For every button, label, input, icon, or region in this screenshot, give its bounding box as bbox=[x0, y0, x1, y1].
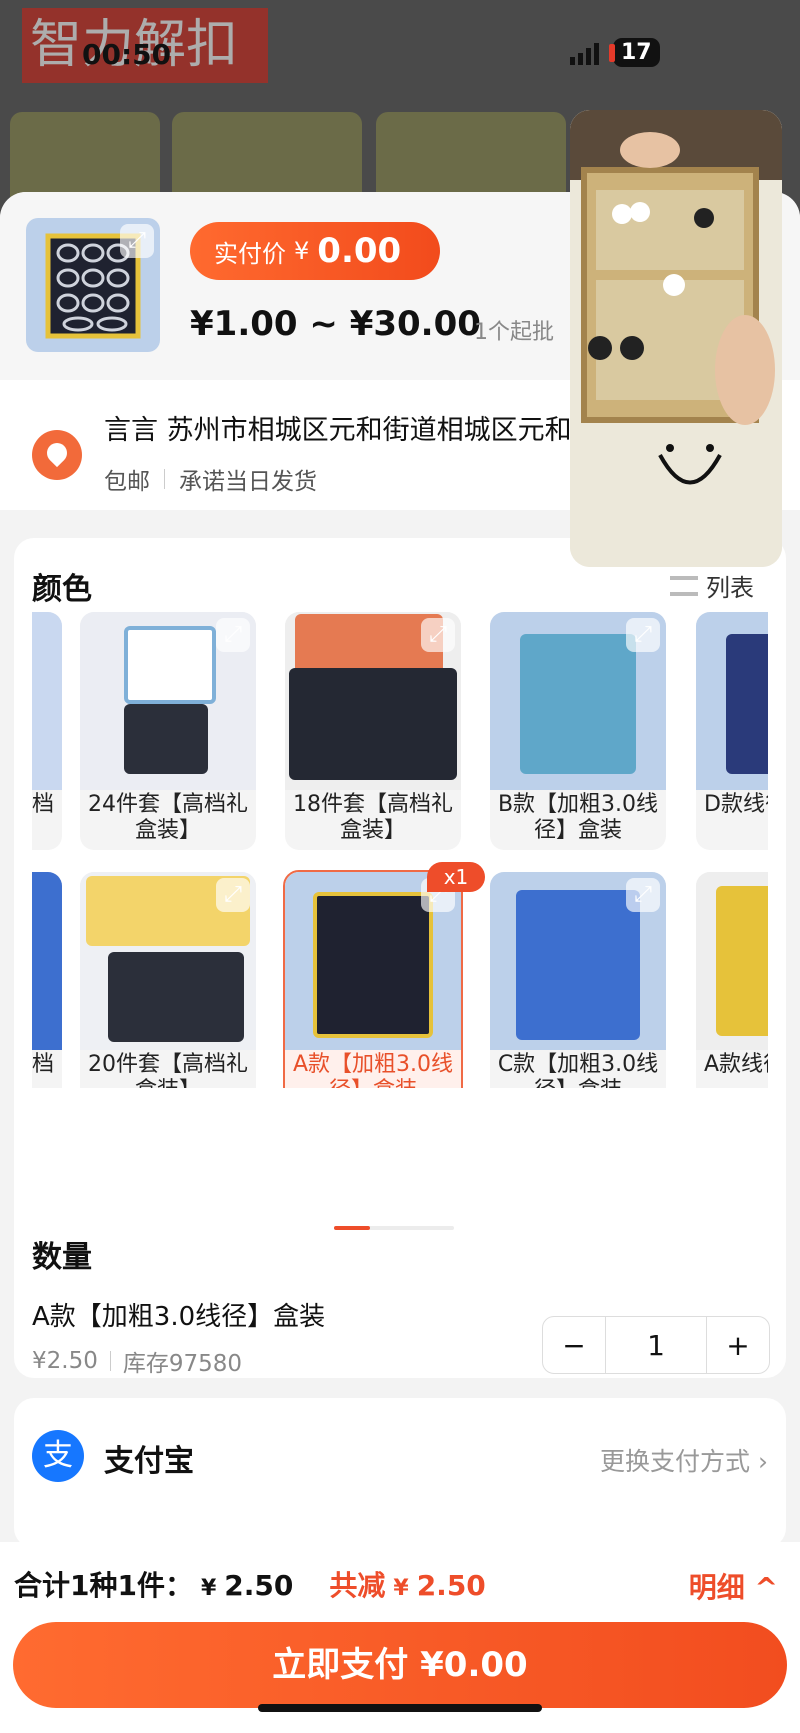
change-payment-link[interactable]: 更换支付方式 › bbox=[600, 1442, 768, 1478]
color-option[interactable]: ⤢ B款【加粗3.0线径】盒装 bbox=[490, 612, 666, 850]
decrease-button[interactable]: − bbox=[543, 1317, 605, 1373]
status-time: 00:50 bbox=[82, 38, 172, 71]
sku-price: ¥2.50 bbox=[32, 1348, 98, 1374]
quantity-section-title: 数量 bbox=[32, 1240, 92, 1275]
discount-amount: 2.50 bbox=[416, 1569, 486, 1602]
list-view-toggle[interactable]: 列表 bbox=[670, 568, 754, 603]
list-icon bbox=[670, 575, 698, 596]
color-quantity-card: 颜色 列表 档 ⤢ 24件套【高档礼盒装】 ⤢ 18件套【高档礼盒装】 ⤢ B款… bbox=[14, 538, 786, 1378]
actual-price-amount: 0.00 bbox=[317, 231, 402, 271]
order-total: 合计1种1件： ¥ 2.50 共减 ¥ 2.50 bbox=[14, 1564, 486, 1604]
actual-price-currency: ¥ bbox=[294, 237, 310, 265]
color-option-grid: 档 ⤢ 24件套【高档礼盒装】 ⤢ 18件套【高档礼盒装】 ⤢ B款【加粗3.0… bbox=[32, 612, 768, 1088]
payment-method-row[interactable]: 支 支付宝 更换支付方式 › bbox=[14, 1398, 786, 1548]
location-icon bbox=[32, 430, 82, 480]
address-tags: 包邮 承诺当日发货 bbox=[104, 462, 317, 496]
discount-currency: ¥ bbox=[393, 1576, 409, 1601]
color-option-selected[interactable]: ⤢ A款【加粗3.0线径】盒装 bbox=[283, 870, 463, 1088]
color-option-label: 档 bbox=[32, 1052, 54, 1077]
color-option-partial[interactable]: D款线径 bbox=[696, 612, 768, 850]
total-label: 合计1种1件： bbox=[14, 1569, 193, 1602]
color-option-label: 档 bbox=[32, 792, 54, 817]
color-option-partial[interactable]: 档 bbox=[32, 612, 62, 850]
same-day-shipping-tag: 承诺当日发货 bbox=[179, 469, 317, 495]
address-line: 言言 苏州市相城区元和街道相城区元和 bbox=[104, 415, 572, 446]
total-currency: ¥ bbox=[200, 1576, 217, 1601]
increase-button[interactable]: + bbox=[707, 1317, 769, 1373]
selected-count-badge: x1 bbox=[427, 862, 485, 892]
expand-icon[interactable]: ⤢ bbox=[626, 878, 660, 912]
payment-method-name: 支付宝 bbox=[104, 1444, 194, 1479]
color-option[interactable]: ⤢ C款【加粗3.0线径】盒装 bbox=[490, 872, 666, 1088]
product-thumbnail[interactable]: ⤢ bbox=[26, 218, 160, 352]
color-section-title: 颜色 bbox=[32, 572, 92, 607]
expand-icon[interactable]: ⤢ bbox=[216, 878, 250, 912]
color-option-label: 18件套【高档礼盒装】 bbox=[293, 792, 453, 843]
divider bbox=[109, 1351, 111, 1371]
actual-price-label: 实付价 bbox=[214, 239, 286, 268]
price-detail-toggle[interactable]: 明细 ^ bbox=[689, 1566, 778, 1606]
color-option-label: A款【加粗3.0线径】盒装 bbox=[292, 1052, 454, 1088]
sku-stock: 库存97580 bbox=[122, 1351, 243, 1377]
home-indicator bbox=[258, 1704, 542, 1712]
status-icons: 17 bbox=[570, 38, 660, 67]
free-shipping-tag: 包邮 bbox=[104, 469, 150, 495]
color-option-label: 20件套【高档礼盒装】 bbox=[88, 1052, 248, 1088]
signal-icon bbox=[570, 41, 599, 65]
color-option[interactable]: ⤢ 24件套【高档礼盒装】 bbox=[80, 612, 256, 850]
expand-icon[interactable]: ⤢ bbox=[421, 618, 455, 652]
color-option-label: D款线径 bbox=[704, 792, 768, 817]
color-option[interactable]: ⤢ 20件套【高档礼盒装】 bbox=[80, 872, 256, 1088]
color-option-label: C款【加粗3.0线径】盒装 bbox=[497, 1052, 659, 1088]
pay-now-button[interactable]: 立即支付 ¥0.00 bbox=[13, 1622, 787, 1708]
selected-sku-name: A款【加粗3.0线径】盒装 bbox=[32, 1302, 326, 1332]
color-option-partial[interactable]: A款线径 bbox=[696, 872, 768, 1088]
color-option-label: B款【加粗3.0线径】盒装 bbox=[497, 792, 659, 843]
scroll-indicator bbox=[334, 1226, 454, 1230]
color-option-label: 24件套【高档礼盒装】 bbox=[88, 792, 248, 843]
expand-icon[interactable]: ⤢ bbox=[120, 224, 154, 258]
total-amount: 2.50 bbox=[224, 1569, 294, 1602]
divider bbox=[164, 469, 165, 489]
discount-label: 共减 bbox=[329, 1569, 386, 1602]
min-batch: 1个起批 bbox=[474, 320, 554, 345]
expand-icon[interactable]: ⤢ bbox=[626, 618, 660, 652]
floating-video[interactable] bbox=[570, 110, 782, 567]
list-toggle-label: 列表 bbox=[706, 574, 754, 602]
color-option-partial[interactable]: 档 bbox=[32, 872, 62, 1088]
sku-meta: ¥2.50 库存97580 bbox=[32, 1344, 242, 1378]
alipay-icon: 支 bbox=[32, 1430, 84, 1482]
color-option-label: A款线径 bbox=[704, 1052, 768, 1077]
actual-price-pill: 实付价 ¥ 0.00 bbox=[190, 222, 440, 280]
expand-icon[interactable]: ⤢ bbox=[216, 618, 250, 652]
color-option[interactable]: ⤢ 18件套【高档礼盒装】 bbox=[285, 612, 461, 850]
quantity-input[interactable]: 1 bbox=[605, 1317, 707, 1373]
video-frame bbox=[570, 110, 782, 567]
battery-icon: 17 bbox=[609, 38, 660, 67]
price-range: ¥1.00 ~ ¥30.00 bbox=[190, 304, 481, 344]
quantity-stepper: − 1 + bbox=[542, 1316, 770, 1374]
